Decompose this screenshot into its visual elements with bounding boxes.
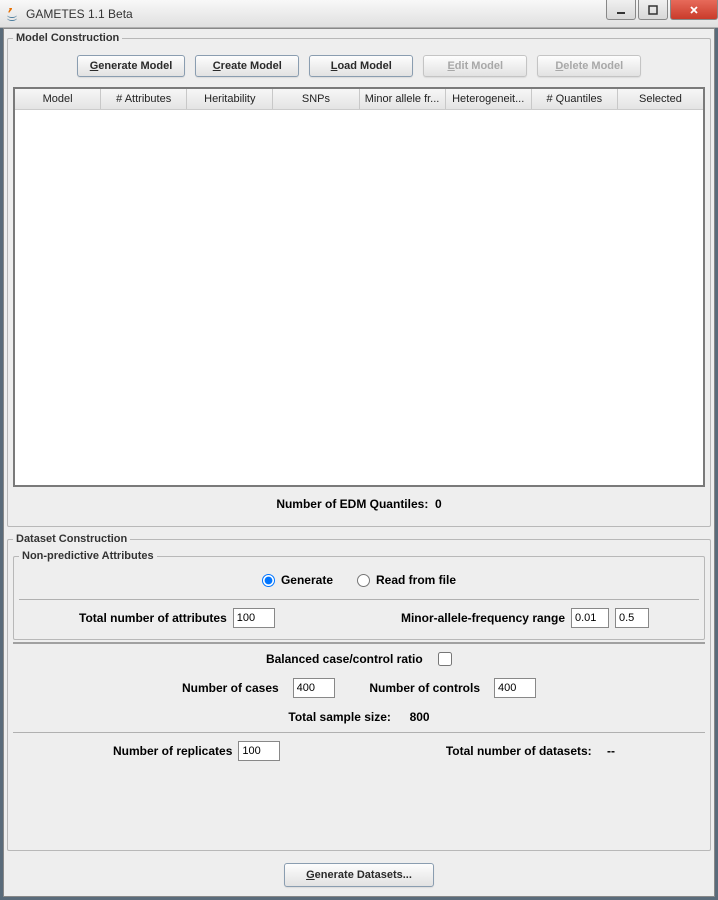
generate-datasets-row: Generate Datasets... — [7, 857, 711, 893]
maf-max-input[interactable] — [615, 608, 649, 628]
table-body[interactable] — [15, 110, 703, 485]
col-minor-allele[interactable]: Minor allele fr... — [360, 89, 446, 109]
dataset-construction-legend: Dataset Construction — [13, 533, 130, 545]
delete-model-button: Delete Model — [537, 55, 641, 77]
radio-read-file[interactable]: Read from file — [357, 573, 456, 587]
controls-input[interactable] — [494, 678, 536, 698]
balanced-checkbox[interactable] — [438, 652, 452, 666]
edit-model-button: Edit Model — [423, 55, 527, 77]
controls-label: Number of controls — [369, 681, 480, 695]
maf-min-input[interactable] — [571, 608, 609, 628]
non-predictive-panel: Non-predictive Attributes Generate Read … — [13, 550, 705, 640]
total-sample-label: Total sample size: — [288, 710, 390, 724]
attrs-maf-row: Total number of attributes Minor-allele-… — [19, 602, 699, 634]
balanced-label: Balanced case/control ratio — [266, 652, 423, 666]
close-button[interactable] — [670, 0, 718, 20]
col-heterogeneity[interactable]: Heterogeneit... — [446, 89, 532, 109]
total-datasets-label: Total number of datasets: — [446, 744, 592, 758]
maf-label: Minor-allele-frequency range — [401, 611, 565, 625]
total-sample-value: 800 — [410, 710, 430, 724]
app-body: Model Construction Generate Model Create… — [3, 28, 715, 897]
radio-generate-input[interactable] — [262, 574, 275, 587]
window-title: GAMETES 1.1 Beta — [26, 7, 133, 21]
col-attributes[interactable]: # Attributes — [101, 89, 187, 109]
col-snps[interactable]: SNPs — [273, 89, 359, 109]
cases-input[interactable] — [293, 678, 335, 698]
dataset-construction-panel: Dataset Construction Non-predictive Attr… — [7, 533, 711, 851]
col-selected[interactable]: Selected — [618, 89, 703, 109]
total-datasets-value: -- — [607, 744, 615, 758]
minimize-button[interactable] — [606, 0, 636, 20]
total-attrs-input[interactable] — [233, 608, 275, 628]
generate-datasets-button[interactable]: Generate Datasets... — [284, 863, 434, 887]
cases-label: Number of cases — [182, 681, 279, 695]
total-attrs-label: Total number of attributes — [79, 611, 227, 625]
total-sample-row: Total sample size: 800 — [13, 704, 705, 730]
edm-quantiles-summary: Number of EDM Quantiles: 0 — [13, 487, 705, 521]
radio-read-file-input[interactable] — [357, 574, 370, 587]
replicates-input[interactable] — [238, 741, 280, 761]
model-table[interactable]: Model # Attributes Heritability SNPs Min… — [13, 87, 705, 487]
model-construction-legend: Model Construction — [13, 32, 122, 44]
window-titlebar: GAMETES 1.1 Beta — [0, 0, 718, 28]
load-model-button[interactable]: Load Model — [309, 55, 413, 77]
col-heritability[interactable]: Heritability — [187, 89, 273, 109]
replicates-label: Number of replicates — [113, 744, 232, 758]
non-predictive-legend: Non-predictive Attributes — [19, 550, 157, 562]
col-quantiles[interactable]: # Quantiles — [532, 89, 618, 109]
model-construction-panel: Model Construction Generate Model Create… — [7, 32, 711, 527]
table-header-row: Model # Attributes Heritability SNPs Min… — [15, 89, 703, 110]
generate-model-button[interactable]: Generate Model — [77, 55, 186, 77]
create-model-button[interactable]: Create Model — [195, 55, 299, 77]
balanced-row: Balanced case/control ratio — [13, 646, 705, 672]
cases-controls-row: Number of cases Number of controls — [13, 672, 705, 704]
radio-generate[interactable]: Generate — [262, 573, 333, 587]
col-model[interactable]: Model — [15, 89, 101, 109]
maximize-button[interactable] — [638, 0, 668, 20]
attribute-source-radios: Generate Read from file — [19, 567, 699, 597]
java-icon — [4, 6, 20, 22]
window-controls — [606, 0, 718, 20]
replicates-row: Number of replicates Total number of dat… — [13, 735, 705, 767]
model-toolbar: Generate Model Create Model Load Model E… — [13, 49, 705, 87]
